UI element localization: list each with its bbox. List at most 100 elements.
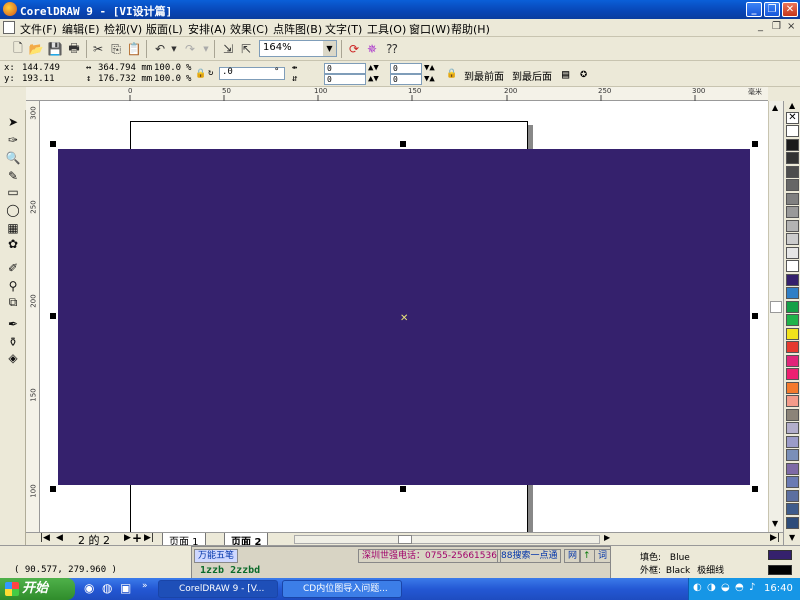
browser-quicklaunch-icon[interactable]: ◉ — [84, 581, 94, 595]
zoom-tool-icon[interactable]: 🔍 — [5, 150, 21, 166]
ime-ad-text[interactable]: 深圳世强电话：0755-25661536 — [358, 549, 501, 563]
text-tool-icon[interactable]: ✿ — [5, 236, 21, 252]
minimize-button[interactable]: _ — [746, 2, 762, 17]
vertical-scrollbar[interactable]: ▲ ▼ — [768, 101, 783, 532]
mirror-vertical-icon[interactable]: ⇵ — [292, 74, 297, 84]
interactive-fill-icon[interactable]: ✐ — [5, 260, 21, 276]
paste-icon[interactable]: 📋 — [126, 41, 142, 57]
x-position-field[interactable]: 144.749 — [22, 63, 60, 73]
corner-bottom-right-field[interactable]: 0 — [390, 74, 422, 85]
open-folder-icon[interactable]: 📂 — [28, 41, 44, 57]
selection-handle[interactable] — [752, 141, 758, 147]
copy-icon[interactable]: ⎘ — [108, 41, 124, 57]
menu-effects[interactable]: 效果(C) — [230, 21, 268, 37]
print-icon[interactable]: 🖶 — [66, 41, 82, 57]
color-swatch[interactable] — [786, 152, 799, 164]
color-swatch[interactable] — [786, 341, 799, 353]
import-icon[interactable]: ⇲ — [220, 41, 236, 57]
horizontal-scrollbar[interactable] — [294, 535, 600, 544]
outline-tool-icon[interactable]: ⚱ — [5, 334, 21, 350]
color-swatch[interactable] — [786, 179, 799, 191]
scale-y-field[interactable]: 100.0 — [154, 74, 181, 84]
document-icon[interactable] — [3, 21, 15, 34]
color-swatch[interactable] — [786, 192, 799, 205]
scroll-down-icon[interactable]: ▼ — [772, 519, 778, 528]
color-swatch[interactable] — [786, 327, 799, 340]
scroll-right-icon[interactable]: ▶ — [604, 533, 610, 542]
corner-spin-icon[interactable]: ▲▼ — [368, 74, 379, 84]
close-button[interactable]: ✕ — [782, 2, 798, 17]
corner-spin-icon[interactable]: ▲▼ — [368, 63, 379, 73]
ellipse-tool-icon[interactable]: ◯ — [5, 202, 21, 218]
width-field[interactable]: 364.794 mm — [98, 63, 152, 73]
selection-handle[interactable] — [50, 486, 56, 492]
selection-handle[interactable] — [400, 486, 406, 492]
menu-edit[interactable]: 编辑(E) — [62, 21, 100, 37]
ime-search-button[interactable]: 88搜索一点通 — [497, 549, 562, 563]
horizontal-ruler[interactable]: 0 50 100 150 200 250 300 毫米 — [26, 87, 768, 101]
task-coreldraw[interactable]: CorelDRAW 9 - [V... — [158, 580, 278, 598]
interactive-blend-icon[interactable]: ⧉ — [5, 294, 21, 310]
color-swatch[interactable] — [786, 273, 799, 286]
color-swatch[interactable] — [786, 462, 799, 475]
palette-down-icon[interactable]: ▼ — [789, 533, 795, 542]
corner-spin-icon[interactable]: ▼▲ — [424, 74, 435, 84]
coreldraw-app-icon[interactable] — [3, 2, 17, 16]
quicklaunch-more-icon[interactable]: » — [142, 581, 148, 591]
lock-ratio-icon[interactable]: 🔒 — [195, 69, 206, 79]
ime-word-button[interactable]: 词 — [594, 549, 612, 563]
doc-restore-button[interactable]: ❐ — [772, 21, 781, 32]
menu-tools[interactable]: 工具(O) — [367, 21, 406, 37]
convert-to-curves-icon[interactable]: ▤ — [562, 67, 569, 81]
color-swatch[interactable] — [786, 206, 799, 218]
color-swatch[interactable] — [786, 260, 799, 272]
prev-page-icon[interactable]: ◀ — [56, 533, 63, 543]
vertical-ruler[interactable]: 300 250 200 150 100 — [26, 101, 40, 532]
color-swatch[interactable] — [786, 246, 799, 259]
pick-tool-icon[interactable]: ➤ — [5, 114, 21, 130]
color-swatch[interactable] — [786, 449, 799, 461]
height-field[interactable]: 176.732 mm — [98, 74, 152, 84]
menu-help[interactable]: 帮助(H) — [451, 21, 490, 37]
to-front-button[interactable]: 到最前面 — [464, 68, 504, 83]
fill-color-swatch[interactable] — [768, 550, 792, 560]
tray-icon[interactable]: ◐ — [693, 582, 702, 593]
tray-icon[interactable]: ◑ — [707, 582, 716, 593]
color-swatch[interactable] — [786, 422, 799, 434]
tray-icon[interactable]: ◒ — [721, 582, 730, 593]
palette-up-icon[interactable]: ▲ — [789, 101, 795, 110]
menu-window[interactable]: 窗口(W) — [409, 21, 450, 37]
fill-tool-icon[interactable]: ◈ — [5, 350, 21, 366]
drawing-canvas[interactable]: ✕ — [40, 101, 768, 532]
start-button[interactable]: 开始 — [0, 578, 75, 600]
restore-button[interactable]: ❐ — [764, 2, 780, 17]
ime-name[interactable]: 万能五笔 — [194, 549, 239, 563]
menu-arrange[interactable]: 安排(A) — [188, 21, 226, 37]
color-swatch[interactable] — [786, 516, 799, 529]
doc-close-button[interactable]: × — [787, 21, 795, 32]
add-page-button[interactable]: + — [132, 531, 142, 545]
color-swatch[interactable] — [786, 476, 799, 488]
color-swatch[interactable] — [786, 408, 799, 421]
menu-file[interactable]: 文件(F) — [20, 21, 57, 37]
tray-icon[interactable]: ◓ — [735, 582, 744, 593]
zoom-dropdown-icon[interactable]: ▼ — [323, 41, 336, 56]
undo-dropdown-icon[interactable]: ▼ — [166, 41, 182, 57]
polygon-tool-icon[interactable]: ▦ — [5, 220, 21, 236]
menu-layout[interactable]: 版面(L) — [146, 21, 183, 37]
mirror-horizontal-icon[interactable]: ⇹ — [292, 63, 297, 73]
color-swatch[interactable] — [786, 489, 799, 502]
color-swatch[interactable] — [786, 219, 799, 232]
last-page-icon[interactable]: ▶| — [144, 533, 154, 543]
save-icon[interactable]: 💾 — [47, 41, 63, 57]
round-corners-lock-icon[interactable]: 🔒 — [446, 69, 457, 79]
scroll-end-icon[interactable]: ▶| — [770, 533, 780, 543]
color-swatch[interactable] — [786, 354, 799, 367]
selection-handle[interactable] — [752, 313, 758, 319]
desktop-quicklaunch-icon[interactable]: ▣ — [120, 581, 131, 595]
color-swatch[interactable] — [786, 368, 799, 380]
color-swatch[interactable] — [786, 314, 799, 326]
color-swatch[interactable] — [786, 503, 799, 515]
color-swatch[interactable] — [786, 287, 799, 299]
corner-spin-icon[interactable]: ▼▲ — [424, 63, 435, 73]
